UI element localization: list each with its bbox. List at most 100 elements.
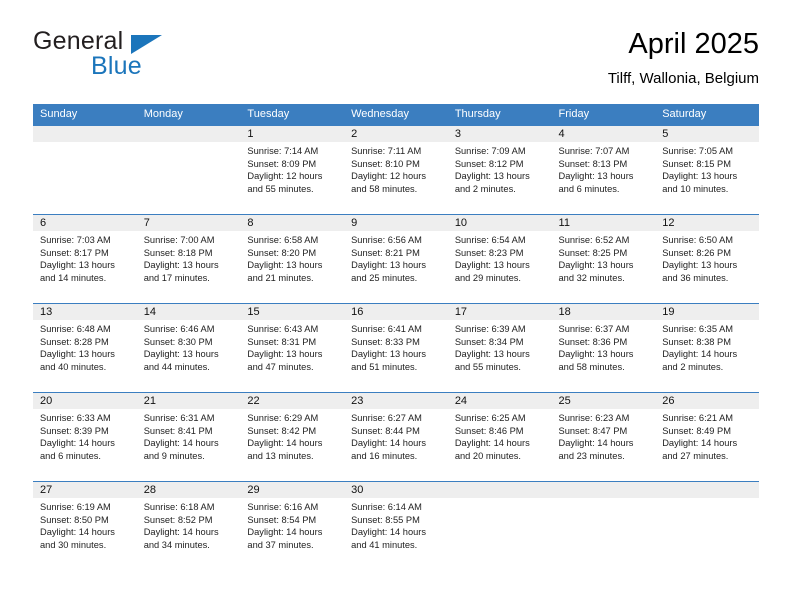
calendar-day-cell[interactable]: 7 Sunrise: 7:00 AM Sunset: 8:18 PM Daylight… — [136, 214, 241, 304]
day-details: Sunrise: 6:35 AM Sunset: 8:38 PM Daylight:… — [655, 320, 759, 373]
daylight-duration-line1: Daylight: 13 hours — [454, 260, 530, 271]
calendar-week-row: 13 Sunrise: 6:48 AM Sunset: 8:28 PM Dayligh… — [33, 303, 759, 393]
day-details: Sunrise: 7:09 AM Sunset: 8:12 PM Daylight:… — [448, 142, 552, 195]
general-blue-logo[interactable]: General Blue — [33, 27, 273, 87]
calendar-day-cell[interactable]: 30 Sunrise: 6:14 AM Sunset: 8:55 PM Dayligh… — [344, 481, 448, 570]
daylight-duration-line2: and 27 minutes. — [662, 450, 729, 461]
sunset-time: Sunset: 8:44 PM — [351, 425, 420, 436]
calendar-day-cell[interactable]: 6 Sunrise: 7:03 AM Sunset: 8:17 PM Daylight… — [33, 214, 137, 304]
weekday-header-wednesday: Wednesday — [344, 104, 448, 126]
day-number: 4 — [551, 126, 656, 142]
calendar-day-cell[interactable]: 13 Sunrise: 6:48 AM Sunset: 8:28 PM Dayligh… — [33, 303, 137, 393]
calendar-day-cell[interactable]: 22 Sunrise: 6:29 AM Sunset: 8:42 PM Dayligh… — [240, 392, 345, 482]
daylight-duration-line1: Daylight: 14 hours — [40, 438, 115, 449]
calendar-day-cell[interactable]: 3 Sunrise: 7:09 AM Sunset: 8:12 PM Daylight… — [447, 125, 552, 215]
day-details: Sunrise: 6:43 AM Sunset: 8:31 PM Daylight:… — [240, 320, 344, 373]
daylight-duration-line2: and 6 minutes. — [558, 183, 620, 194]
daylight-duration-line2: and 55 minutes. — [247, 183, 314, 194]
day-number: 23 — [344, 393, 448, 409]
calendar-day-cell[interactable]: 29 Sunrise: 6:16 AM Sunset: 8:54 PM Dayligh… — [240, 481, 345, 570]
daylight-duration-line2: and 16 minutes. — [351, 450, 418, 461]
day-number: 15 — [240, 304, 345, 320]
day-number: 3 — [447, 126, 552, 142]
calendar-day-cell[interactable]: 9 Sunrise: 6:56 AM Sunset: 8:21 PM Daylight… — [344, 214, 448, 304]
day-cell-content: 28 Sunrise: 6:18 AM Sunset: 8:52 PM Dayligh… — [136, 482, 241, 570]
day-cell-content — [447, 482, 552, 570]
sunrise-time: Sunrise: 6:41 AM — [351, 324, 422, 334]
day-details: Sunrise: 6:27 AM Sunset: 8:44 PM Daylight:… — [344, 409, 448, 462]
calendar-day-cell[interactable]: 23 Sunrise: 6:27 AM Sunset: 8:44 PM Dayligh… — [344, 392, 448, 482]
calendar-day-cell[interactable]: 19 Sunrise: 6:35 AM Sunset: 8:38 PM Dayligh… — [655, 303, 759, 393]
day-cell-content: 24 Sunrise: 6:25 AM Sunset: 8:46 PM Dayligh… — [447, 393, 552, 481]
calendar-day-cell[interactable]: 28 Sunrise: 6:18 AM Sunset: 8:52 PM Dayligh… — [136, 481, 241, 570]
daylight-duration-line1: Daylight: 13 hours — [40, 349, 115, 360]
daylight-duration-line1: Daylight: 13 hours — [247, 260, 323, 271]
daylight-duration-line1: Daylight: 13 hours — [662, 260, 738, 271]
day-cell-content: 26 Sunrise: 6:21 AM Sunset: 8:49 PM Dayligh… — [655, 393, 759, 481]
daylight-duration-line2: and 2 minutes. — [662, 361, 724, 372]
day-details: Sunrise: 6:58 AM Sunset: 8:20 PM Daylight:… — [240, 231, 344, 284]
sunset-time: Sunset: 8:09 PM — [247, 158, 317, 169]
day-cell-content: 3 Sunrise: 7:09 AM Sunset: 8:12 PM Daylight… — [447, 126, 552, 214]
calendar-day-cell[interactable]: 2 Sunrise: 7:11 AM Sunset: 8:10 PM Daylight… — [344, 125, 448, 215]
day-cell-content: 8 Sunrise: 6:58 AM Sunset: 8:20 PM Daylight… — [240, 215, 345, 303]
day-details: Sunrise: 6:54 AM Sunset: 8:23 PM Daylight:… — [448, 231, 552, 284]
calendar-day-cell[interactable]: 11 Sunrise: 6:52 AM Sunset: 8:25 PM Dayligh… — [551, 214, 656, 304]
sunset-time: Sunset: 8:33 PM — [351, 336, 420, 347]
sunrise-time: Sunrise: 7:00 AM — [143, 235, 215, 245]
day-number: 11 — [551, 215, 656, 231]
daylight-duration-line1: Daylight: 14 hours — [351, 527, 427, 538]
daylight-duration-line2: and 47 minutes. — [247, 361, 314, 372]
calendar-day-cell[interactable]: 18 Sunrise: 6:37 AM Sunset: 8:36 PM Dayligh… — [551, 303, 656, 393]
sunrise-time: Sunrise: 6:14 AM — [351, 502, 422, 512]
calendar-day-cell[interactable]: 16 Sunrise: 6:41 AM Sunset: 8:33 PM Dayligh… — [344, 303, 448, 393]
calendar-day-cell[interactable]: 25 Sunrise: 6:23 AM Sunset: 8:47 PM Dayligh… — [551, 392, 656, 482]
daylight-duration-line2: and 17 minutes. — [143, 272, 210, 283]
day-number: 12 — [655, 215, 759, 231]
daylight-duration-line1: Daylight: 13 hours — [351, 349, 427, 360]
daylight-duration-line1: Daylight: 14 hours — [454, 438, 530, 449]
sunrise-time: Sunrise: 6:21 AM — [662, 413, 734, 423]
daylight-duration-line1: Daylight: 13 hours — [454, 171, 530, 182]
calendar-empty-cell — [136, 125, 241, 215]
day-cell-content: 18 Sunrise: 6:37 AM Sunset: 8:36 PM Dayligh… — [551, 304, 656, 392]
day-cell-content — [136, 126, 241, 214]
daylight-duration-line2: and 44 minutes. — [143, 361, 210, 372]
day-details: Sunrise: 7:14 AM Sunset: 8:09 PM Daylight:… — [240, 142, 344, 195]
day-cell-content — [551, 482, 656, 570]
calendar-day-cell[interactable]: 17 Sunrise: 6:39 AM Sunset: 8:34 PM Dayligh… — [447, 303, 552, 393]
calendar-day-cell[interactable]: 21 Sunrise: 6:31 AM Sunset: 8:41 PM Dayligh… — [136, 392, 241, 482]
calendar-day-cell[interactable]: 20 Sunrise: 6:33 AM Sunset: 8:39 PM Dayligh… — [33, 392, 137, 482]
sunset-time: Sunset: 8:50 PM — [40, 514, 109, 525]
daylight-duration-line2: and 41 minutes. — [351, 539, 418, 550]
calendar-day-cell[interactable]: 12 Sunrise: 6:50 AM Sunset: 8:26 PM Dayligh… — [655, 214, 759, 304]
daylight-duration-line1: Daylight: 14 hours — [351, 438, 427, 449]
daylight-duration-line1: Daylight: 14 hours — [558, 438, 634, 449]
calendar-day-cell[interactable]: 8 Sunrise: 6:58 AM Sunset: 8:20 PM Daylight… — [240, 214, 345, 304]
day-number — [136, 126, 241, 142]
sunrise-time: Sunrise: 7:09 AM — [454, 146, 526, 156]
daylight-duration-line1: Daylight: 13 hours — [558, 171, 634, 182]
sunrise-time: Sunrise: 6:48 AM — [40, 324, 111, 334]
day-number: 6 — [33, 215, 137, 231]
calendar-day-cell[interactable]: 24 Sunrise: 6:25 AM Sunset: 8:46 PM Dayligh… — [447, 392, 552, 482]
calendar-day-cell[interactable]: 26 Sunrise: 6:21 AM Sunset: 8:49 PM Dayligh… — [655, 392, 759, 482]
calendar-day-cell[interactable]: 27 Sunrise: 6:19 AM Sunset: 8:50 PM Dayligh… — [33, 481, 137, 570]
sunset-time: Sunset: 8:21 PM — [351, 247, 420, 258]
day-details: Sunrise: 7:05 AM Sunset: 8:15 PM Daylight:… — [655, 142, 759, 195]
daylight-duration-line1: Daylight: 14 hours — [40, 527, 115, 538]
calendar-day-cell[interactable]: 4 Sunrise: 7:07 AM Sunset: 8:13 PM Daylight… — [551, 125, 656, 215]
day-cell-content: 13 Sunrise: 6:48 AM Sunset: 8:28 PM Dayligh… — [33, 304, 137, 392]
calendar-day-cell[interactable]: 15 Sunrise: 6:43 AM Sunset: 8:31 PM Dayligh… — [240, 303, 345, 393]
day-number: 18 — [551, 304, 656, 320]
day-number: 5 — [655, 126, 759, 142]
daylight-duration-line2: and 14 minutes. — [40, 272, 107, 283]
calendar-week-row: 6 Sunrise: 7:03 AM Sunset: 8:17 PM Daylight… — [33, 214, 759, 304]
sunset-time: Sunset: 8:39 PM — [40, 425, 109, 436]
sunrise-time: Sunrise: 7:11 AM — [351, 146, 422, 156]
calendar-day-cell[interactable]: 5 Sunrise: 7:05 AM Sunset: 8:15 PM Daylight… — [655, 125, 759, 215]
calendar-day-cell[interactable]: 14 Sunrise: 6:46 AM Sunset: 8:30 PM Dayligh… — [136, 303, 241, 393]
calendar-day-cell[interactable]: 1 Sunrise: 7:14 AM Sunset: 8:09 PM Daylight… — [240, 125, 345, 215]
weekday-header-saturday: Saturday — [655, 104, 759, 126]
calendar-day-cell[interactable]: 10 Sunrise: 6:54 AM Sunset: 8:23 PM Dayligh… — [447, 214, 552, 304]
